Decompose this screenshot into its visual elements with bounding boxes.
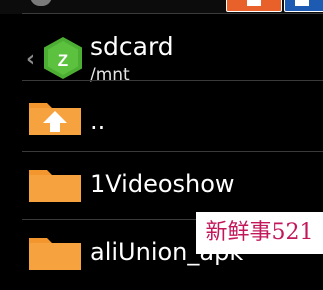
toolbar-partial-icon[interactable] xyxy=(30,0,52,6)
file-row-label: 1Videoshow xyxy=(90,170,235,198)
top-toolbar-strip xyxy=(0,0,323,14)
toolbar-orange-glyph-icon xyxy=(247,0,261,6)
toolbar-orange-button[interactable] xyxy=(226,0,282,12)
folder-up-icon xyxy=(27,97,83,137)
svg-text:Z: Z xyxy=(58,51,68,70)
current-folder-path: /mnt xyxy=(90,65,130,85)
back-chevron-icon[interactable]: ‹ xyxy=(26,49,38,71)
header-divider xyxy=(22,80,323,81)
current-folder-title: sdcard xyxy=(90,32,174,61)
zarchiver-app-icon: Z xyxy=(42,36,84,80)
toolbar-blue-glyph-icon xyxy=(295,0,309,6)
watermark-label: 新鲜事521 xyxy=(196,212,323,254)
file-row-label: .. xyxy=(90,107,106,135)
toolbar-blue-button[interactable] xyxy=(284,0,323,12)
row-divider xyxy=(22,151,323,152)
file-row-parent[interactable]: .. xyxy=(0,85,323,153)
folder-icon xyxy=(27,164,83,204)
folder-icon xyxy=(27,232,83,272)
location-header[interactable]: ‹ Z sdcard /mnt xyxy=(0,14,323,85)
